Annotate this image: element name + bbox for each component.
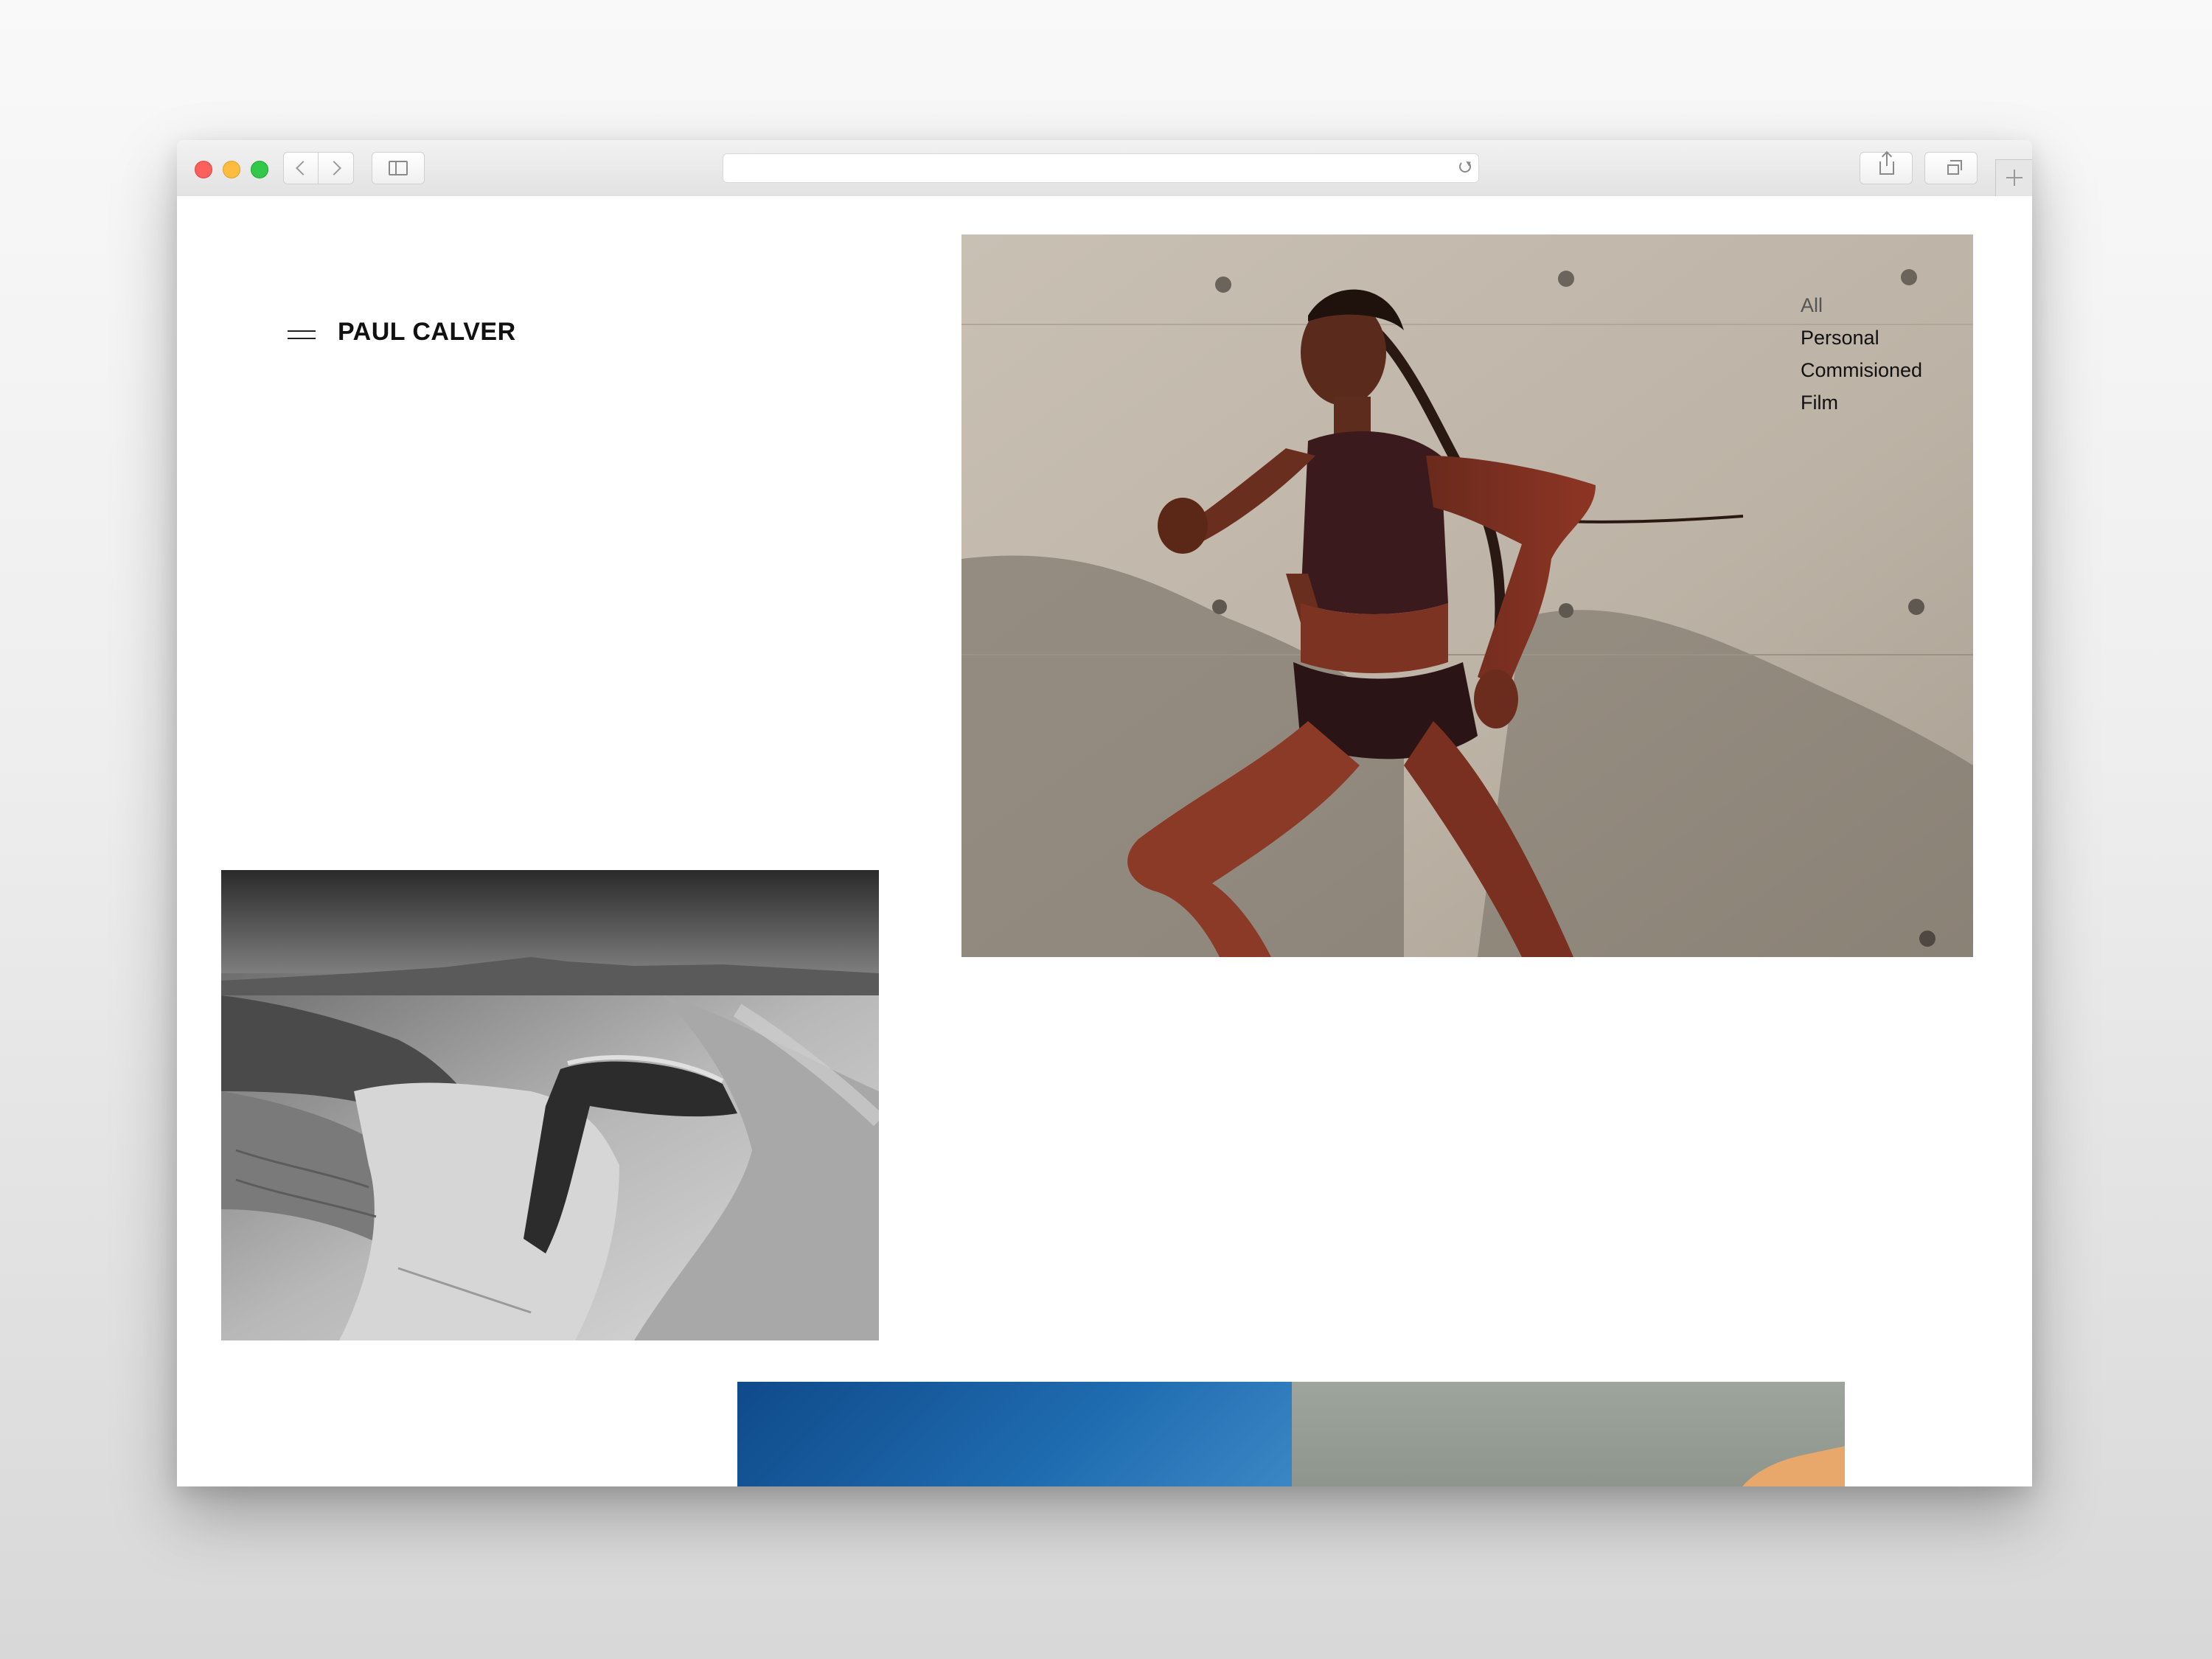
screenshot-stage: PAUL CALVER All Personal Commisioned Fil… [0,0,2212,1659]
filter-personal[interactable]: Personal [1801,321,1922,354]
close-window-button[interactable] [195,161,212,178]
minimize-window-button[interactable] [223,161,240,178]
sky-photo[interactable] [737,1382,1292,1486]
filter-commisioned[interactable]: Commisioned [1801,354,1922,386]
filter-nav: All Personal Commisioned Film [1801,289,1922,419]
share-button[interactable] [1860,152,1913,184]
desert-photo[interactable] [221,870,879,1340]
maximize-window-button[interactable] [251,161,268,178]
share-icon [1879,153,1894,175]
show-tabs-button[interactable] [1924,152,1978,184]
portrait-photo[interactable] [1292,1382,1845,1486]
page-content: PAUL CALVER All Personal Commisioned Fil… [177,196,2032,1486]
tabs-icon [1947,160,1962,175]
chevron-right-icon [327,161,341,175]
back-button[interactable] [283,152,319,184]
reload-icon[interactable] [1459,161,1471,173]
forward-button[interactable] [319,152,354,184]
browser-toolbar [177,140,2032,198]
filter-film[interactable]: Film [1801,386,1922,419]
chevron-left-icon [296,161,310,175]
new-tab-button[interactable] [1995,159,2032,196]
filter-all[interactable]: All [1801,289,1922,321]
hamburger-icon[interactable] [288,329,316,341]
address-bar[interactable] [723,153,1479,183]
site-title[interactable]: PAUL CALVER [338,318,516,347]
plus-icon [2006,170,2023,186]
sidebar-icon [389,161,408,175]
sidebar-toggle-button[interactable] [372,152,425,184]
desert-photo-art [221,870,879,1340]
browser-window: PAUL CALVER All Personal Commisioned Fil… [177,140,2032,1486]
